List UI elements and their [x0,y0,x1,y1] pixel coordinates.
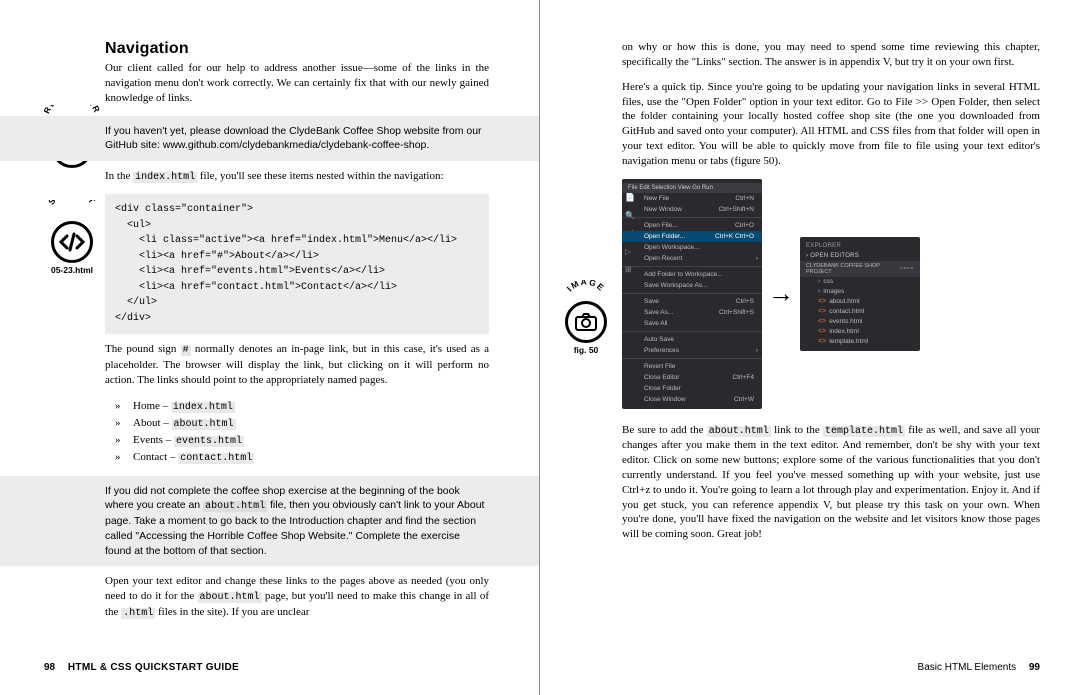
menu-item: Auto Save [622,334,762,345]
paragraph-3: The pound sign # normally denotes an in-… [105,342,489,387]
menu-item: Open File...Ctrl+O [622,220,762,231]
tree-item: ›css [800,277,920,287]
figure-caption: fig. 50 [558,345,614,355]
page-number: 99 [1029,662,1040,673]
tree-item: <>about.html [800,297,920,307]
code-icon [51,221,93,263]
menu-item: Open Workspace... [622,242,762,253]
book-spread: Navigation Our client called for our hel… [0,0,1080,695]
book-title: HTML & CSS QUICKSTART GUIDE [68,662,239,673]
page-number: 98 [44,662,55,673]
link-list: Home – index.html About – about.html Eve… [121,398,489,466]
menu-item: Close EditorCtrl+F4 [622,372,762,383]
page-left: Navigation Our client called for our hel… [0,0,540,695]
inline-code: index.html [133,172,197,183]
paragraph-tip: Here's a quick tip. Since you're going t… [622,80,1040,169]
list-item: Contact – contact.html [121,449,489,466]
snippet-filename: 05-23.html [44,265,100,275]
vscode-file-menu: 📄🔍⎇▷⊞ File Edit Selection View Go Run Ne… [622,179,762,409]
tree-item: <>events.html [800,317,920,327]
menu-item: Save As...Ctrl+Shift+S [622,307,762,318]
inline-code: # [181,345,191,356]
tree-item: <>contact.html [800,307,920,317]
menu-item: Add Folder to Workspace... [622,269,762,280]
menu-item: Save All [622,318,762,329]
page-right: on why or how this is done, you may need… [540,0,1080,695]
menu-item: Close WindowCtrl+W [622,394,762,405]
paragraph-final: Be sure to add the about.html link to th… [622,423,1040,542]
list-item: Events – events.html [121,432,489,449]
tree-item: <>index.html [800,327,920,337]
svg-text:REMEMBER: REMEMBER [44,105,100,115]
menubar: File Edit Selection View Go Run [622,183,762,193]
menu-item: New WindowCtrl+Shift+N [622,204,762,215]
menu-item: New FileCtrl+N [622,193,762,204]
list-item: Home – index.html [121,398,489,415]
project-header: CLYDEBANK COFFEE SHOP PROJECT▫▫▫▫ [800,261,920,277]
section-heading: Navigation [105,40,489,58]
caution-callout: If you did not complete the coffee shop … [0,476,539,567]
intro-paragraph: Our client called for our help to addres… [105,61,489,106]
menu-item: SaveCtrl+S [622,296,762,307]
code-block: <div class="container"> <ul> <li class="… [105,194,489,334]
menu-item: Save Workspace As... [622,280,762,291]
svg-text:SNIPPET: SNIPPET [46,200,98,207]
menu-item: Revert File [622,361,762,372]
remember-label: REMEMBER [44,105,100,115]
list-item: About – about.html [121,415,489,432]
vscode-explorer: EXPLORER › OPEN EDITORS CLYDEBANK COFFEE… [800,237,920,351]
snippet-label: SNIPPET [46,200,98,207]
remember-callout: If you haven't yet, please download the … [0,116,539,161]
menu-item: Open Folder...Ctrl+K Ctrl+O [622,231,762,242]
chapter-title: Basic HTML Elements [918,662,1017,673]
figure-50: 📄🔍⎇▷⊞ File Edit Selection View Go Run Ne… [622,179,1040,409]
paragraph-2: In the index.html file, you'll see these… [105,169,489,185]
paragraph-cont: on why or how this is done, you may need… [622,40,1040,70]
image-label: IMAGE [565,280,607,293]
menu-item: Close Folder [622,383,762,394]
footer-left: 98 HTML & CSS QUICKSTART GUIDE [44,662,239,673]
paragraph-4: Open your text editor and change these l… [105,574,489,620]
snippet-badge: SNIPPET 05-23.html [44,200,100,275]
tree-item: <>template.html [800,337,920,347]
menu-item: Open Recent› [622,253,762,264]
menu-item: Preferences› [622,345,762,356]
image-badge: IMAGE fig. 50 [558,280,614,355]
footer-right: Basic HTML Elements 99 [918,662,1040,673]
svg-text:IMAGE: IMAGE [565,280,607,293]
explorer-header: EXPLORER [800,241,920,251]
arrow-icon: → [768,279,794,309]
tree-item: ›images [800,287,920,297]
open-editors-header: › OPEN EDITORS [800,251,920,261]
camera-icon [565,301,607,343]
